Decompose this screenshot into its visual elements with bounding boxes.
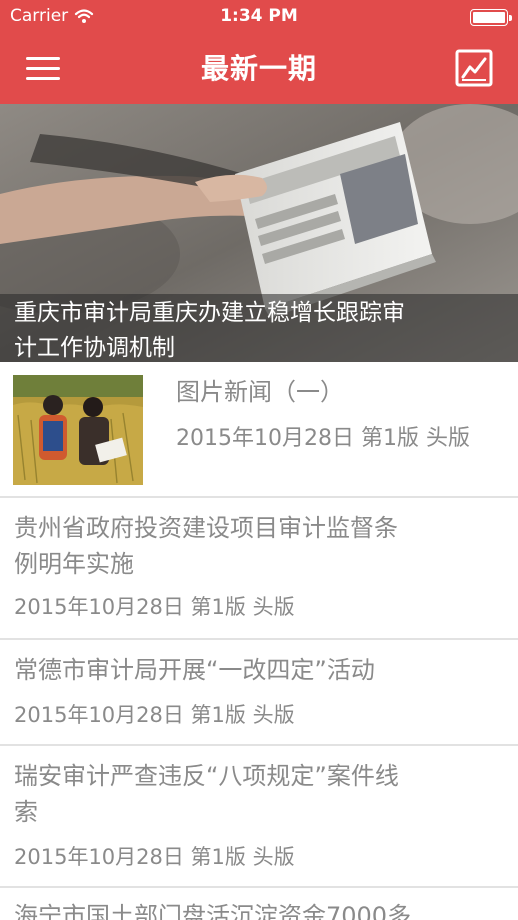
battery-level [473, 12, 505, 23]
article-title-line: 例明年实施 [14, 550, 134, 578]
battery-icon [470, 9, 512, 26]
article-meta: 2015年10月28日 第1版 头版 [14, 845, 295, 869]
featured-title-overlay: 重庆市审计局重庆办建立稳增长跟踪审 计工作协调机制 [0, 294, 518, 362]
article-title: 图片新闻（一） [176, 378, 344, 406]
article-thumbnail [13, 375, 143, 485]
article-title-line: 索 [14, 798, 38, 826]
rice-field-photo [13, 375, 143, 485]
app-header: Carrier 1:34 PM 最新一期 [0, 0, 518, 104]
page-title: 最新一期 [200, 52, 317, 85]
featured-title-line: 重庆市审计局重庆办建立稳增长跟踪审 [14, 300, 405, 326]
featured-article[interactable]: 重庆市审计局重庆办建立稳增长跟踪审 计工作协调机制 [0, 104, 518, 362]
list-item[interactable]: 瑞安审计严查违反“八项规定”案件线 索 2015年10月28日 第1版 头版 [0, 746, 518, 888]
list-item[interactable]: 贵州省政府投资建设项目审计监督条 例明年实施 2015年10月28日 第1版 头… [0, 498, 518, 640]
article-title: 常德市审计局开展“一改四定”活动 [14, 656, 375, 684]
status-bar: Carrier 1:34 PM [0, 0, 518, 34]
article-meta: 2015年10月28日 第1版 头版 [14, 703, 295, 727]
featured-title-line: 计工作协调机制 [14, 335, 175, 361]
list-item[interactable]: 常德市审计局开展“一改四定”活动 2015年10月28日 第1版 头版 [0, 640, 518, 746]
article-title-line: 贵州省政府投资建设项目审计监督条 [14, 514, 398, 542]
article-title-line: 瑞安审计严查违反“八项规定”案件线 [14, 762, 399, 790]
navigation-bar: 最新一期 [0, 34, 518, 104]
article-title: 海宁市国土部门盘活沉淀资金7000多 [14, 902, 412, 920]
list-item[interactable]: 海宁市国土部门盘活沉淀资金7000多 [0, 888, 518, 920]
line-chart-icon[interactable] [454, 48, 494, 88]
status-time: 1:34 PM [220, 6, 298, 26]
list-item[interactable]: 图片新闻（一） 2015年10月28日 第1版 头版 [0, 362, 518, 498]
article-meta: 2015年10月28日 第1版 头版 [176, 426, 470, 451]
article-meta: 2015年10月28日 第1版 头版 [14, 595, 295, 619]
